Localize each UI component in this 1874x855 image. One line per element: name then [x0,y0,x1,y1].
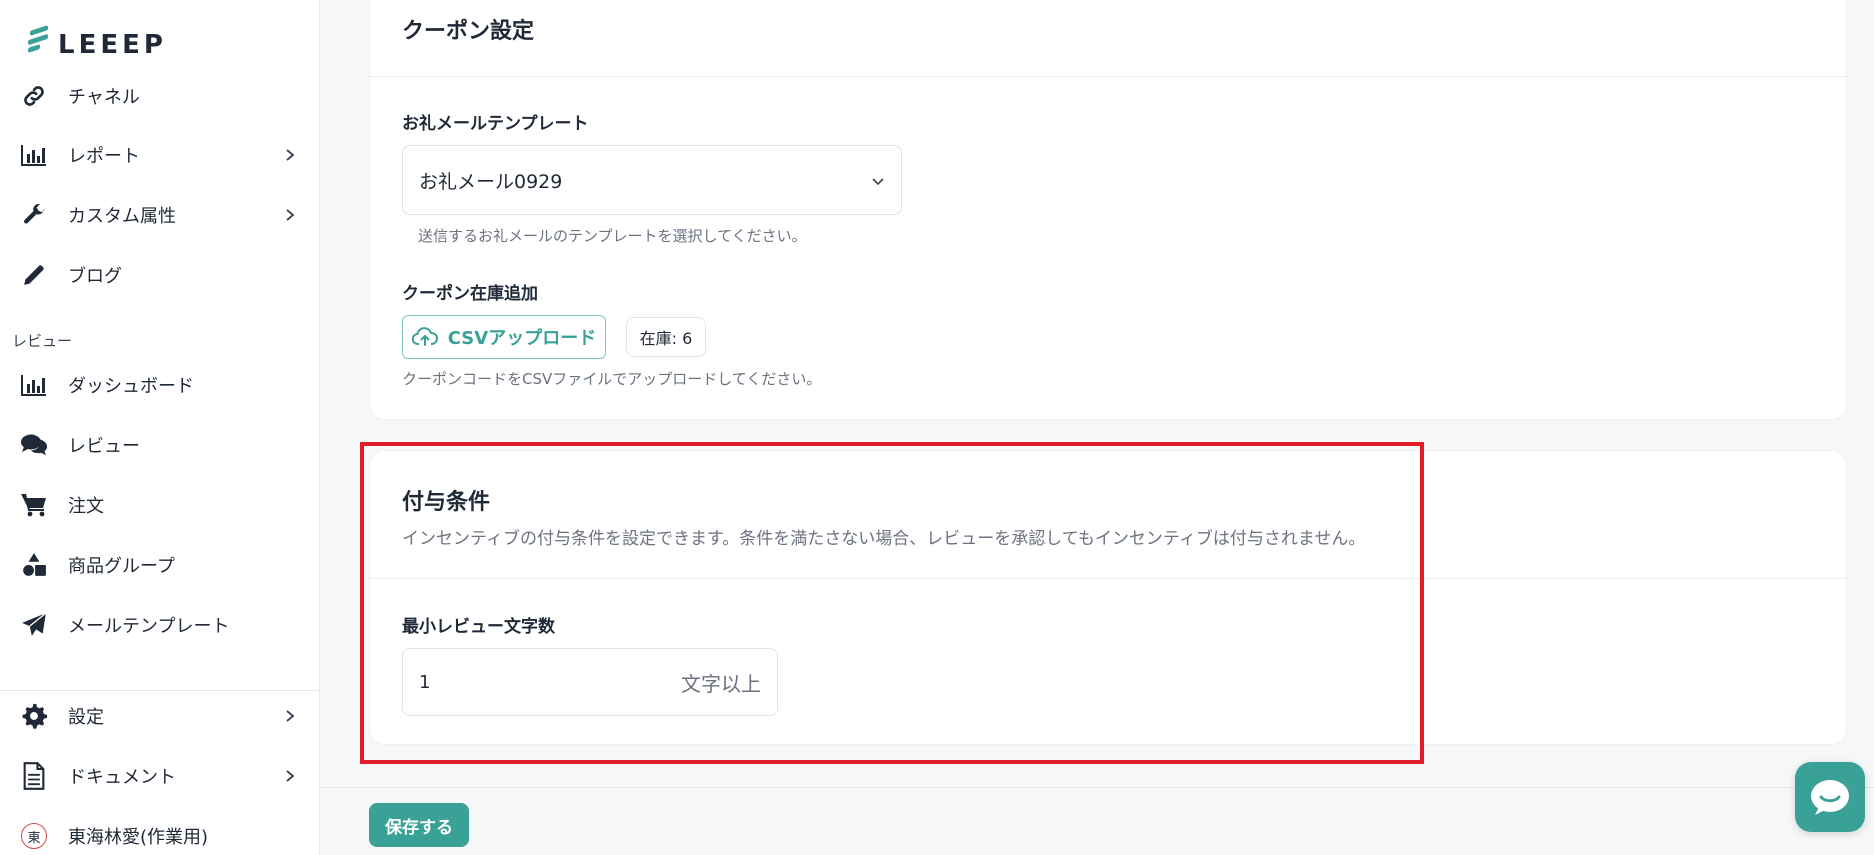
bar-chart-icon [20,141,48,169]
sidebar-item-blog[interactable]: ブログ [0,253,319,297]
chevron-down-icon [872,178,884,186]
sidebar-item-settings[interactable]: 設定 [0,694,319,738]
card-divider [370,578,1846,579]
card-divider [370,76,1846,77]
wrench-icon [20,201,48,229]
sidebar-item-custom-attributes[interactable]: カスタム属性 [0,193,319,237]
chevron-right-icon [286,710,295,722]
chevron-right-icon [286,770,295,782]
sidebar-item-label: ドキュメント [68,767,176,788]
cart-icon [20,491,48,519]
min-review-chars-input[interactable]: 1 文字以上 [402,648,778,716]
sidebar-item-label: メールテンプレート [68,616,230,637]
min-review-chars-label: 最小レビュー文字数 [402,617,555,637]
sidebar-item-report[interactable]: レポート [0,133,319,177]
sidebar-item-documents[interactable]: ドキュメント [0,754,319,798]
leeep-logo[interactable]: LEEEP [28,22,167,60]
pencil-icon [20,261,48,289]
sidebar: LEEEP チャネル レポート カスタム属性 ブログ レビュー ダッシュボード [0,0,320,855]
chat-icon [20,431,48,459]
link-icon [20,82,48,110]
sidebar-item-label: ダッシュボード [68,376,194,397]
sidebar-divider [0,690,319,691]
sidebar-item-label: カスタム属性 [68,206,176,227]
bar-chart-icon [20,371,48,399]
sidebar-item-mail-templates[interactable]: メールテンプレート [0,603,319,647]
gear-icon [20,702,48,730]
sidebar-item-label: 設定 [68,707,104,728]
sidebar-item-label: 注文 [68,496,104,517]
logo-mark-icon [28,24,52,58]
thank-you-template-select[interactable]: お礼メール0929 [402,145,902,215]
footer-divider [320,787,1874,788]
sidebar-item-label: レビュー [68,436,140,457]
grant-conditions-description: インセンティブの付与条件を設定できます。条件を満たさない場合、レビューを承認して… [402,529,1366,549]
support-chat-button[interactable] [1795,762,1865,832]
chat-support-icon [1811,780,1849,815]
grant-conditions-title: 付与条件 [402,490,491,515]
chevron-right-icon [286,209,295,221]
stock-count-badge: 在庫: 6 [626,317,706,357]
csv-upload-label: CSVアップロード [447,328,597,349]
cloud-upload-icon [411,327,438,346]
sidebar-item-reviews[interactable]: レビュー [0,423,319,467]
paper-plane-icon [20,611,48,639]
coupon-settings-card: クーポン設定 お礼メールテンプレート お礼メール0929 送信するお礼メールのテ… [369,0,1847,420]
sidebar-item-dashboard[interactable]: ダッシュボード [0,363,319,407]
sidebar-section-review: レビュー [12,332,73,350]
logo-text: LEEEP [58,30,167,60]
sidebar-item-channel[interactable]: チャネル [0,74,319,118]
sidebar-item-label: ブログ [68,266,122,287]
sidebar-item-label: チャネル [68,87,140,108]
shapes-icon [20,551,48,579]
sidebar-item-label: 商品グループ [68,556,175,577]
grant-conditions-card: 付与条件 インセンティブの付与条件を設定できます。条件を満たさない場合、レビュー… [369,450,1847,745]
document-icon [20,762,48,790]
coupon-settings-title: クーポン設定 [402,19,535,44]
sidebar-item-label: レポート [68,146,140,167]
csv-upload-button[interactable]: CSVアップロード [402,315,606,359]
avatar: 東 [21,823,47,849]
save-button[interactable]: 保存する [369,803,469,847]
sidebar-item-product-groups[interactable]: 商品グループ [0,543,319,587]
thank-you-template-label: お礼メールテンプレート [402,114,589,134]
input-value: 1 [419,671,431,693]
chevron-right-icon [286,149,295,161]
select-value: お礼メール0929 [419,170,563,193]
sidebar-item-user[interactable]: 東 東海林愛(作業用) [0,814,319,855]
input-suffix: 文字以上 [681,671,761,696]
user-avatar-icon: 東 [20,822,48,850]
template-hint: 送信するお礼メールのテンプレートを選択してください。 [418,227,807,245]
csv-hint: クーポンコードをCSVファイルでアップロードしてください。 [402,370,822,388]
sidebar-item-orders[interactable]: 注文 [0,483,319,527]
sidebar-item-label: 東海林愛(作業用) [68,827,209,848]
coupon-stock-label: クーポン在庫追加 [402,284,538,304]
